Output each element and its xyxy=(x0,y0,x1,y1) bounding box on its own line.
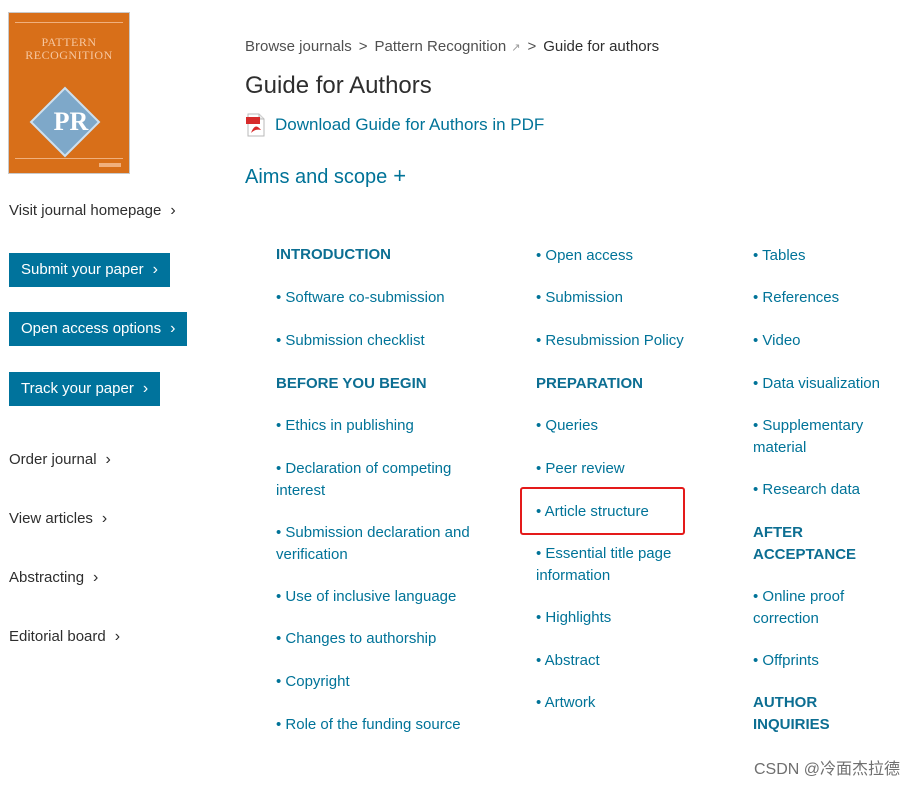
breadcrumb-separator: > xyxy=(527,38,537,55)
toc-link-artwork[interactable]: • Artwork xyxy=(536,692,595,714)
cover-title-line2: RECOGNITION xyxy=(25,48,113,62)
toc-link-tables[interactable]: • Tables xyxy=(753,245,806,267)
chevron-right-icon: › xyxy=(93,569,99,586)
chevron-right-icon: › xyxy=(170,320,176,337)
toc-link-video[interactable]: • Video xyxy=(753,330,801,352)
editorial-board-link[interactable]: Editorial board › xyxy=(9,628,120,646)
chevron-right-icon: › xyxy=(152,261,158,278)
external-link-icon: ↗ xyxy=(511,42,521,54)
toc-link-references[interactable]: • References xyxy=(753,287,839,309)
toc-heading-after-acceptance[interactable]: AFTER ACCEPTANCE xyxy=(753,522,863,565)
cover-publisher-mark xyxy=(99,163,121,167)
toc-heading-preparation[interactable]: PREPARATION xyxy=(536,373,643,395)
toc-link-inclusive-language[interactable]: • Use of inclusive language xyxy=(276,586,456,608)
abstracting-link[interactable]: Abstracting › xyxy=(9,569,98,587)
toc-heading-introduction[interactable]: INTRODUCTION xyxy=(276,244,391,266)
aims-and-scope-label: Aims and scope xyxy=(245,166,388,188)
track-paper-button[interactable]: Track your paper › xyxy=(9,372,161,406)
toc-link-copyright[interactable]: • Copyright xyxy=(276,671,350,693)
chevron-right-icon: › xyxy=(142,380,149,397)
order-journal-link[interactable]: Order journal › xyxy=(9,451,111,469)
download-guide-pdf-link[interactable]: Download Guide for Authors in PDF xyxy=(275,115,544,134)
breadcrumb-browse-journals[interactable]: Browse journals xyxy=(245,38,352,55)
toc-link-submission-declaration[interactable]: • Submission declaration and verificatio… xyxy=(276,522,486,565)
plus-icon: + xyxy=(393,163,407,188)
toc-link-supplementary-material[interactable]: • Supplementary material xyxy=(753,415,878,458)
page-title: Guide for Authors xyxy=(245,72,432,99)
toc-link-funding-source[interactable]: • Role of the funding source xyxy=(276,714,461,736)
visit-journal-homepage-link[interactable]: Visit journal homepage › xyxy=(9,202,176,220)
view-articles-link[interactable]: View articles › xyxy=(9,510,107,528)
open-access-options-label: Open access options xyxy=(21,320,162,337)
track-paper-label: Track your paper xyxy=(21,380,134,397)
journal-cover-image[interactable]: PATTERN RECOGNITION PR xyxy=(9,13,129,173)
toc-link-open-access[interactable]: • Open access xyxy=(536,245,633,267)
chevron-right-icon: › xyxy=(105,451,111,468)
toc-link-research-data[interactable]: • Research data xyxy=(753,479,860,501)
breadcrumb-separator: > xyxy=(358,38,368,55)
csdn-watermark: CSDN @冷面杰拉德 xyxy=(753,761,900,778)
cover-footer-line xyxy=(15,158,123,159)
toc-link-title-page-information[interactable]: • Essential title page information xyxy=(536,543,686,586)
toc-link-peer-review[interactable]: • Peer review xyxy=(536,458,625,480)
submit-paper-button[interactable]: Submit your paper › xyxy=(9,253,170,287)
breadcrumb-pattern-recognition[interactable]: Pattern Recognition xyxy=(374,38,506,55)
toc-link-changes-authorship[interactable]: • Changes to authorship xyxy=(276,628,436,650)
toc-link-offprints[interactable]: • Offprints xyxy=(753,650,819,672)
toc-link-data-visualization[interactable]: • Data visualization xyxy=(753,373,880,395)
breadcrumb: Browse journals > Pattern Recognition ↗ > Gui… xyxy=(245,38,659,55)
toc-link-abstract[interactable]: • Abstract xyxy=(536,650,600,672)
chevron-right-icon: › xyxy=(114,628,121,645)
view-articles-label: View articles xyxy=(9,510,93,527)
toc-link-ethics[interactable]: • Ethics in publishing xyxy=(276,415,414,437)
article-structure-highlight-box xyxy=(520,487,685,535)
toc-link-competing-interest[interactable]: • Declaration of competing interest xyxy=(276,458,476,501)
toc-link-submission[interactable]: • Submission xyxy=(536,287,623,309)
toc-heading-author-inquiries[interactable]: AUTHOR INQUIRIES xyxy=(753,692,853,735)
cover-monogram: PR xyxy=(53,107,89,136)
pdf-file-icon[interactable] xyxy=(245,113,267,137)
open-access-options-button[interactable]: Open access options › xyxy=(9,312,188,346)
toc-link-software-co-submission[interactable]: • Software co-submission xyxy=(276,287,445,309)
abstracting-label: Abstracting xyxy=(9,569,85,586)
toc-link-queries[interactable]: • Queries xyxy=(536,415,598,437)
chevron-right-icon: › xyxy=(170,202,176,219)
aims-and-scope-toggle[interactable]: Aims and scope + xyxy=(245,163,406,189)
toc-link-submission-checklist[interactable]: • Submission checklist xyxy=(276,330,425,352)
toc-link-highlights[interactable]: • Highlights xyxy=(536,607,611,629)
toc-link-resubmission-policy[interactable]: • Resubmission Policy xyxy=(536,330,684,352)
pdf-download-row: Download Guide for Authors in PDF xyxy=(245,113,544,137)
breadcrumb-current: Guide for authors xyxy=(543,38,660,55)
cover-header-line xyxy=(15,16,123,23)
cover-title: PATTERN RECOGNITION xyxy=(9,36,129,62)
order-journal-label: Order journal xyxy=(9,451,97,468)
submit-paper-label: Submit your paper xyxy=(21,261,144,278)
toc-heading-before-you-begin[interactable]: BEFORE YOU BEGIN xyxy=(276,373,427,395)
visit-journal-homepage-label: Visit journal homepage xyxy=(9,202,162,219)
chevron-right-icon: › xyxy=(101,510,108,527)
editorial-board-label: Editorial board xyxy=(9,628,106,645)
toc-link-online-proof[interactable]: • Online proof correction xyxy=(753,586,863,629)
